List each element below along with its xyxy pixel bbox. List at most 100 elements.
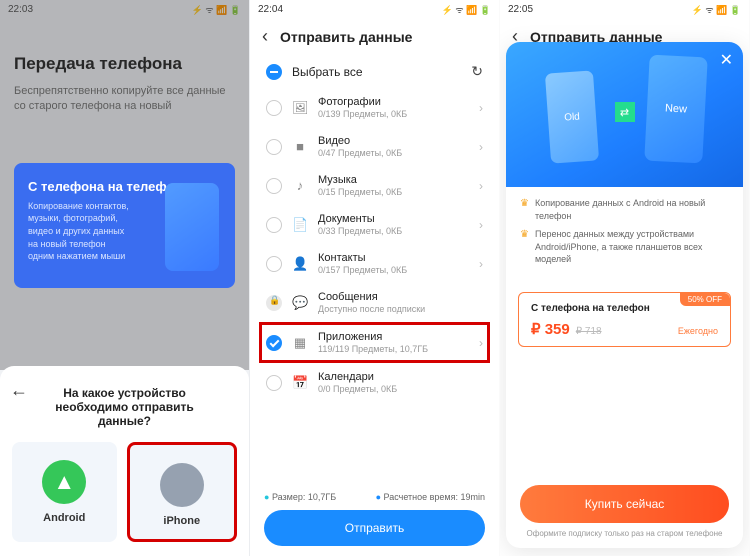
device-iphone[interactable]: iPhone [127,442,238,542]
promo-modal: ✕ Old ⇄ New ♛ Копирование данных с Andro… [506,42,743,548]
checkbox[interactable] [266,178,282,194]
status-bar: 22:04 ⚡ ᯤ 📶 🔋 [250,0,499,18]
checkbox[interactable] [266,256,282,272]
promo-hero: ✕ Old ⇄ New [506,42,743,187]
phone-illustration [165,183,219,271]
item-sub: 0/157 Предметы, 0КБ [318,265,469,275]
item-sub: 0/0 Предметы, 0КБ [318,384,483,394]
item-photos[interactable]: 🖼 Фотографии0/139 Предметы, 0КБ › [262,88,487,127]
header-title: Отправить данные [280,29,412,45]
feature-row: ♛ Копирование данных с Android на новый … [520,197,729,222]
refresh-button[interactable]: ↻ [471,63,483,80]
price-old: ₽ 718 [576,326,602,337]
buy-button[interactable]: Купить сейчас [520,485,729,523]
crown-icon: ♛ [520,197,529,222]
messages-icon: 💬 [292,295,308,311]
checkbox[interactable] [266,375,282,391]
item-video[interactable]: ■ Видео0/47 Предметы, 0КБ › [262,127,487,166]
time-label: Расчетное время: 19min [376,492,485,502]
status-bar: 22:05 ⚡ ᯤ 📶 🔋 [500,0,749,18]
select-all-label: Выбрать все [292,65,363,79]
apple-icon [160,463,204,507]
card-text: Копирование контактов, музыки, фотографи… [28,200,134,263]
price-current: ₽ 359 [531,320,570,338]
item-title: Музыка [318,174,469,186]
checkbox[interactable] [266,217,282,233]
item-title: Приложения [318,331,469,343]
documents-icon: 📄 [292,217,308,233]
transfer-icon: ⇄ [615,102,635,122]
item-title: Календари [318,371,483,383]
price-box[interactable]: 50% OFF С телефона на телефон ₽ 359 ₽ 71… [518,292,731,347]
status-time: 22:05 [508,4,533,15]
item-apps[interactable]: ▦ Приложения119/119 Предметы, 10,7ГБ › [259,322,490,363]
phone-to-phone-card[interactable]: С телефона на телефон Копирование контак… [14,163,235,288]
item-sub: Доступно после подписки [318,304,483,314]
category-list: 🖼 Фотографии0/139 Предметы, 0КБ › ■ Виде… [250,88,499,402]
checkbox[interactable] [266,139,282,155]
crown-icon: ♛ [520,228,529,266]
item-sub: 0/139 Предметы, 0КБ [318,109,469,119]
back-button[interactable]: ‹ [262,26,268,47]
calendar-icon: 📅 [292,375,308,391]
price-period: Ежегодно [678,326,718,336]
video-icon: ■ [292,139,308,155]
summary-row: Размер: 10,7ГБ Расчетное время: 19min [264,492,485,502]
chevron-right-icon: › [479,179,483,193]
item-sub: 119/119 Предметы, 10,7ГБ [318,344,469,354]
checkbox-checked[interactable] [266,335,282,351]
back-button[interactable]: ← [10,380,28,401]
item-title: Фотографии [318,96,469,108]
item-calendars[interactable]: 📅 Календари0/0 Предметы, 0КБ [262,363,487,402]
checkbox-locked [266,295,282,311]
device-android[interactable]: ▲ Android [12,442,117,542]
screen-promo: 22:05 ⚡ ᯤ 📶 🔋 ‹ Отправить данные ✕ Old ⇄… [500,0,750,556]
status-icons: ⚡ ᯤ 📶 🔋 [442,3,491,16]
apps-icon: ▦ [292,335,308,351]
android-icon: ▲ [42,460,86,504]
promo-body: ♛ Копирование данных с Android на новый … [506,187,743,282]
select-all-row[interactable]: Выбрать все ↻ [250,55,499,88]
new-phone-illustration: New [644,55,707,164]
send-button[interactable]: Отправить [264,510,485,546]
item-title: Видео [318,135,469,147]
size-label: Размер: 10,7ГБ [264,492,336,502]
screen-transfer-intro: 22:03 ⚡ ᯤ 📶 🔋 Передача телефона Беспрепя… [0,0,250,556]
footer: Размер: 10,7ГБ Расчетное время: 19min От… [250,486,499,556]
screen-select-data: 22:04 ⚡ ᯤ 📶 🔋 ‹ Отправить данные Выбрать… [250,0,500,556]
chevron-right-icon: › [479,101,483,115]
device-sheet: ← На какое устройство необходимо отправи… [0,366,249,556]
item-title: Контакты [318,252,469,264]
checkbox[interactable] [266,100,282,116]
sheet-question: На какое устройство необходимо отправить… [12,382,237,442]
close-button[interactable]: ✕ [720,50,733,70]
promo-note: Оформите подписку только раз на старом т… [520,529,729,538]
item-music[interactable]: ♪ Музыка0/15 Предметы, 0КБ › [262,166,487,205]
chevron-right-icon: › [479,140,483,154]
feature-text: Перенос данных между устройствами Androi… [535,228,729,266]
contacts-icon: 👤 [292,256,308,272]
status-icons: ⚡ ᯤ 📶 🔋 [692,3,741,16]
device-row: ▲ Android iPhone [12,442,237,542]
photos-icon: 🖼 [292,100,308,116]
item-sub: 0/33 Предметы, 0КБ [318,226,469,236]
item-contacts[interactable]: 👤 Контакты0/157 Предметы, 0КБ › [262,244,487,283]
item-messages[interactable]: 💬 СообщенияДоступно после подписки [262,283,487,322]
device-label: Android [12,512,117,524]
chevron-right-icon: › [479,218,483,232]
status-time: 22:04 [258,4,283,15]
device-label: iPhone [130,515,235,527]
item-sub: 0/15 Предметы, 0КБ [318,187,469,197]
chevron-right-icon: › [479,257,483,271]
music-icon: ♪ [292,178,308,194]
select-all-checkbox[interactable] [266,64,282,80]
item-sub: 0/47 Предметы, 0КБ [318,148,469,158]
old-phone-illustration: Old [545,70,599,163]
chevron-right-icon: › [479,336,483,350]
item-title: Сообщения [318,291,483,303]
item-documents[interactable]: 📄 Документы0/33 Предметы, 0КБ › [262,205,487,244]
discount-badge: 50% OFF [680,293,730,306]
header: ‹ Отправить данные [250,18,499,55]
feature-row: ♛ Перенос данных между устройствами Andr… [520,228,729,266]
item-title: Документы [318,213,469,225]
